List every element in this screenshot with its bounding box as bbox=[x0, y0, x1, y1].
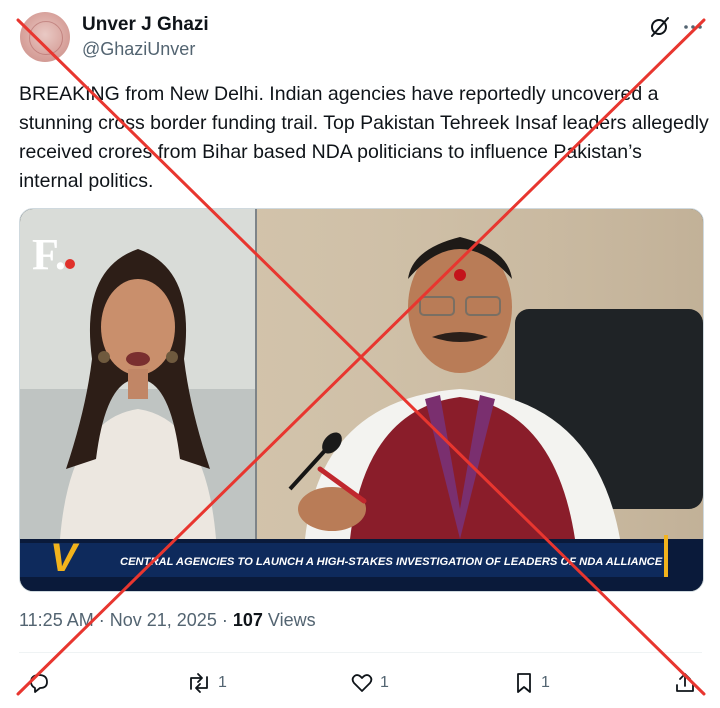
reply-icon bbox=[30, 674, 48, 693]
repost-icon bbox=[190, 673, 208, 693]
divider bbox=[19, 652, 702, 653]
author-handle[interactable]: @GhaziUnver bbox=[82, 39, 195, 60]
ticker-badge: V bbox=[50, 536, 80, 580]
tweet-media[interactable]: F. V CENTRAL AGENCIES TO LAUNCH A HIGH-S… bbox=[19, 208, 704, 592]
reply-button[interactable] bbox=[27, 668, 57, 698]
grok-icon[interactable] bbox=[648, 15, 672, 39]
bookmark-count: 1 bbox=[541, 674, 550, 691]
channel-logo: F. bbox=[32, 230, 66, 279]
share-icon bbox=[676, 673, 694, 692]
author-name[interactable]: Unver J Ghazi bbox=[82, 14, 209, 36]
more-icon[interactable] bbox=[681, 15, 705, 39]
repost-count: 1 bbox=[218, 674, 227, 691]
views-count: 107 bbox=[232, 610, 263, 630]
like-count: 1 bbox=[380, 674, 389, 691]
bookmark-icon bbox=[517, 673, 531, 693]
repost-button[interactable]: 1 bbox=[186, 668, 227, 698]
heart-icon bbox=[351, 674, 373, 692]
tweet-time[interactable]: 11:25 AM bbox=[19, 610, 94, 630]
meta-separator: · bbox=[221, 610, 228, 630]
views-label: Views bbox=[267, 610, 316, 630]
avatar-emblem bbox=[29, 21, 63, 55]
tweet-date[interactable]: Nov 21, 2025 bbox=[110, 610, 217, 630]
bookmark-button[interactable]: 1 bbox=[513, 668, 550, 698]
author-avatar[interactable] bbox=[20, 12, 70, 62]
ticker-text: CENTRAL AGENCIES TO LAUNCH A HIGH-STAKES… bbox=[120, 556, 663, 568]
share-button[interactable] bbox=[673, 668, 697, 698]
tweet-text: BREAKING from New Delhi. Indian agencies… bbox=[19, 83, 709, 192]
meta-separator: · bbox=[98, 610, 105, 630]
like-button[interactable]: 1 bbox=[350, 668, 389, 698]
tweet-meta: 11:25 AM · Nov 21, 2025 · 107 Views bbox=[19, 610, 316, 631]
